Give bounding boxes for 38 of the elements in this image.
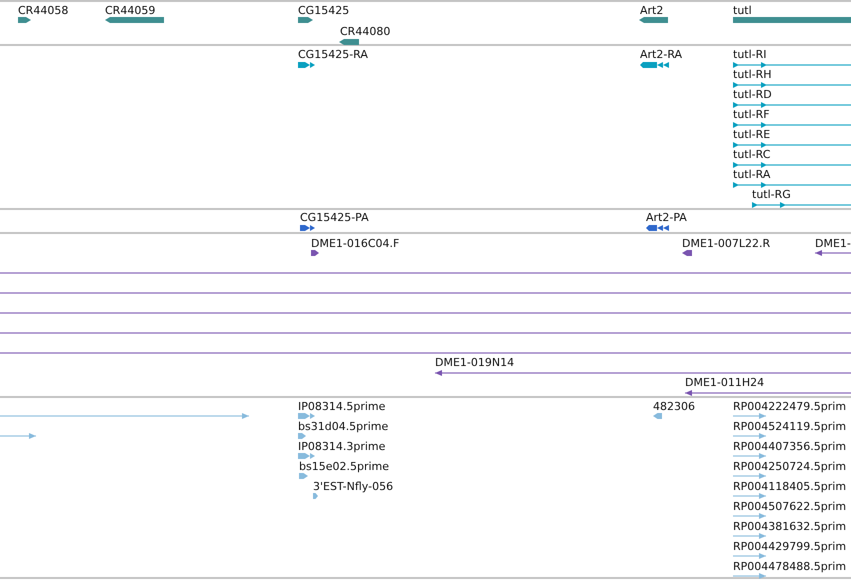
feature-label: tutl-RH xyxy=(733,68,772,81)
feature-label: tutl-RG xyxy=(752,188,791,201)
feature-label: DME1-019N14 xyxy=(435,356,514,369)
feature-label: Art2-RA xyxy=(640,48,682,61)
feature-label: CG15425-RA xyxy=(298,48,368,61)
feature-label: tutl-RC xyxy=(733,148,770,161)
feature-label: 482306 xyxy=(653,400,695,413)
feature-label: tutl-RA xyxy=(733,168,770,181)
feature-label: bs31d04.5prime xyxy=(298,420,388,433)
feature-label: RP004429799.5prim xyxy=(733,540,846,553)
feature-label: 3'EST-Nfly-056 xyxy=(313,480,394,493)
feature-label: bs15e02.5prime xyxy=(299,460,390,473)
feature-label: RP004478488.5prim xyxy=(733,560,846,573)
feature-label: RP004407356.5prim xyxy=(733,440,846,453)
feature-label: DME1-007L22.R xyxy=(682,237,770,250)
feature-label: DME1-016C04.F xyxy=(311,237,400,250)
feature-label: CG15425 xyxy=(298,4,350,17)
feature-label: CR44058 xyxy=(18,4,68,17)
feature-label: IP08314.5prime xyxy=(298,400,386,413)
feature-label: Art2-PA xyxy=(646,211,687,224)
feature-label: DME1- xyxy=(815,237,851,250)
feature-label: Art2 xyxy=(640,4,664,17)
feature-label: RP004507622.5prim xyxy=(733,500,846,513)
feature-label: tutl-RI xyxy=(733,48,767,61)
feature-label: CG15425-PA xyxy=(300,211,369,224)
feature-label: tutl-RD xyxy=(733,88,772,101)
feature-label: RP004524119.5prim xyxy=(733,420,846,433)
feature-label: DME1-011H24 xyxy=(685,376,764,389)
feature-label: RP004118405.5prim xyxy=(733,480,846,493)
feature-label: tutl-RF xyxy=(733,108,770,121)
feature-label: RP004250724.5prim xyxy=(733,460,846,473)
feature-label: CR44059 xyxy=(105,4,156,17)
feature-label: RP004381632.5prim xyxy=(733,520,846,533)
feature-label: IP08314.3prime xyxy=(298,440,386,453)
feature-label: tutl xyxy=(733,4,752,17)
feature-label: tutl-RE xyxy=(733,128,770,141)
feature-label: RP004222479.5prim xyxy=(733,400,846,413)
feature-label: CR44080 xyxy=(340,25,390,38)
